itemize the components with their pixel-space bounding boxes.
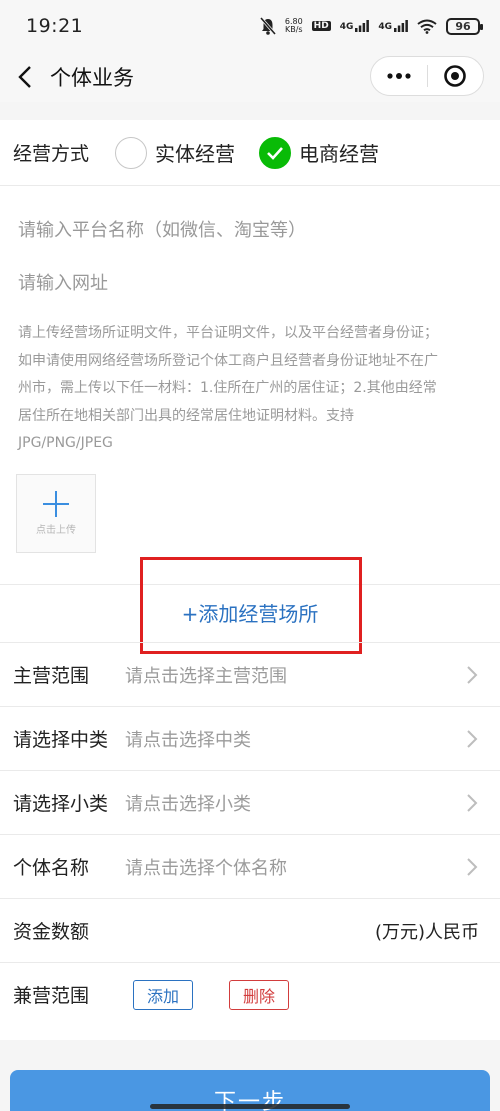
upload-button[interactable]: 点击上传 [16, 473, 96, 553]
radio-ecommerce[interactable] [259, 136, 292, 169]
capital-label: 资金数额 [13, 921, 90, 943]
upload-label: 点击上传 [36, 525, 76, 536]
signal-2: 4G [378, 20, 408, 32]
battery-icon: 96 [446, 17, 483, 35]
net-speed-unit: KB/s [284, 25, 303, 34]
highlight-annotation-box [140, 557, 362, 654]
chevron-right-icon [467, 794, 478, 812]
nav-bar: 个体业务 [0, 52, 500, 102]
middle-category-label: 请选择中类 [13, 729, 109, 751]
signal-bars-icon [355, 20, 370, 32]
miniapp-capsule [370, 56, 484, 96]
home-indicator [150, 1104, 350, 1109]
business-mode-label: 经营方式 [13, 143, 90, 165]
signal-2-label: 4G [378, 22, 392, 32]
upload-hint-line: JPG/PNG/JPEG [18, 435, 113, 451]
more-button[interactable] [371, 57, 427, 95]
form-card: 经营方式 实体经营 电商经营 请输入平台名称（如微信、淘宝等） 请输入网址 请上… [0, 120, 500, 1040]
upload-hint-line: 如申请使用网络经营场所登记个体工商户且经营者身份证地址不在广 [18, 352, 438, 369]
status-time: 19:21 [26, 15, 84, 37]
more-icon [387, 73, 411, 79]
signal-bars-icon [394, 20, 408, 32]
business-name-row[interactable]: 个体名称 请点击选择个体名称 [0, 834, 500, 898]
plus-icon [43, 491, 69, 517]
capital-unit: (万元)人民币 [374, 921, 479, 943]
chevron-right-icon [467, 730, 478, 748]
platform-name-input[interactable]: 请输入平台名称（如微信、淘宝等） [0, 202, 500, 255]
business-name-value[interactable]: 请点击选择个体名称 [125, 854, 287, 880]
chevron-right-icon [467, 666, 478, 684]
status-bar: 19:21 6.80 KB/s HD 4G 4G 96 [0, 0, 500, 52]
main-scope-row[interactable]: 主营范围 请点击选择主营范围 [0, 642, 500, 706]
hd-badge: HD [311, 21, 331, 31]
battery-level: 96 [455, 19, 471, 33]
chevron-right-icon [467, 858, 478, 876]
wifi-icon [417, 19, 437, 34]
upload-hint-line: 州市，需上传以下任一材料：1.住所在广州的居住证；2.其他由经常 [18, 380, 437, 396]
check-icon [267, 146, 283, 160]
side-scope-row: 兼营范围 添加 删除 [0, 962, 500, 1026]
sub-category-row[interactable]: 请选择小类 请点击选择小类 [0, 770, 500, 834]
close-button[interactable] [428, 57, 484, 95]
close-target-icon [444, 65, 467, 87]
upload-hint-line: 请上传经营场所证明文件，平台证明文件，以及平台经营者身份证； [18, 325, 438, 341]
net-speed: 6.80 KB/s [285, 18, 303, 34]
business-mode-row: 经营方式 实体经营 电商经营 [0, 120, 500, 186]
status-icons: 6.80 KB/s HD 4G 4G 96 [259, 17, 483, 35]
page-title: 个体业务 [50, 66, 134, 90]
main-scope-label: 主营范围 [13, 665, 90, 687]
upload-hint-line: 居住所在地相关部门出具的经常居住地证明材料。支持 [18, 407, 354, 424]
middle-category-value[interactable]: 请点击选择中类 [125, 726, 251, 752]
signal-1: 4G [340, 20, 370, 32]
signal-1-label: 4G [339, 22, 354, 32]
delete-side-scope-button[interactable]: 删除 [229, 979, 290, 1010]
sub-category-label: 请选择小类 [13, 793, 109, 815]
middle-category-row[interactable]: 请选择中类 请点击选择中类 [0, 706, 500, 770]
main-scope-value[interactable]: 请点击选择主营范围 [125, 662, 287, 688]
radio-ecommerce-label[interactable]: 电商经营 [299, 138, 379, 167]
upload-hint: 请上传经营场所证明文件，平台证明文件，以及平台经营者身份证； 如申请使用网络经营… [0, 308, 500, 458]
radio-physical-label[interactable]: 实体经营 [155, 138, 235, 167]
radio-physical[interactable] [115, 136, 148, 169]
add-side-scope-button[interactable]: 添加 [133, 979, 194, 1010]
capital-row[interactable]: 资金数额 (万元)人民币 [0, 898, 500, 962]
side-scope-label: 兼营范围 [13, 985, 90, 1007]
website-url-input[interactable]: 请输入网址 [0, 255, 500, 308]
business-name-label: 个体名称 [13, 857, 90, 879]
back-icon[interactable] [0, 52, 50, 102]
mute-bell-icon [259, 17, 276, 35]
sub-category-value[interactable]: 请点击选择小类 [125, 790, 251, 816]
